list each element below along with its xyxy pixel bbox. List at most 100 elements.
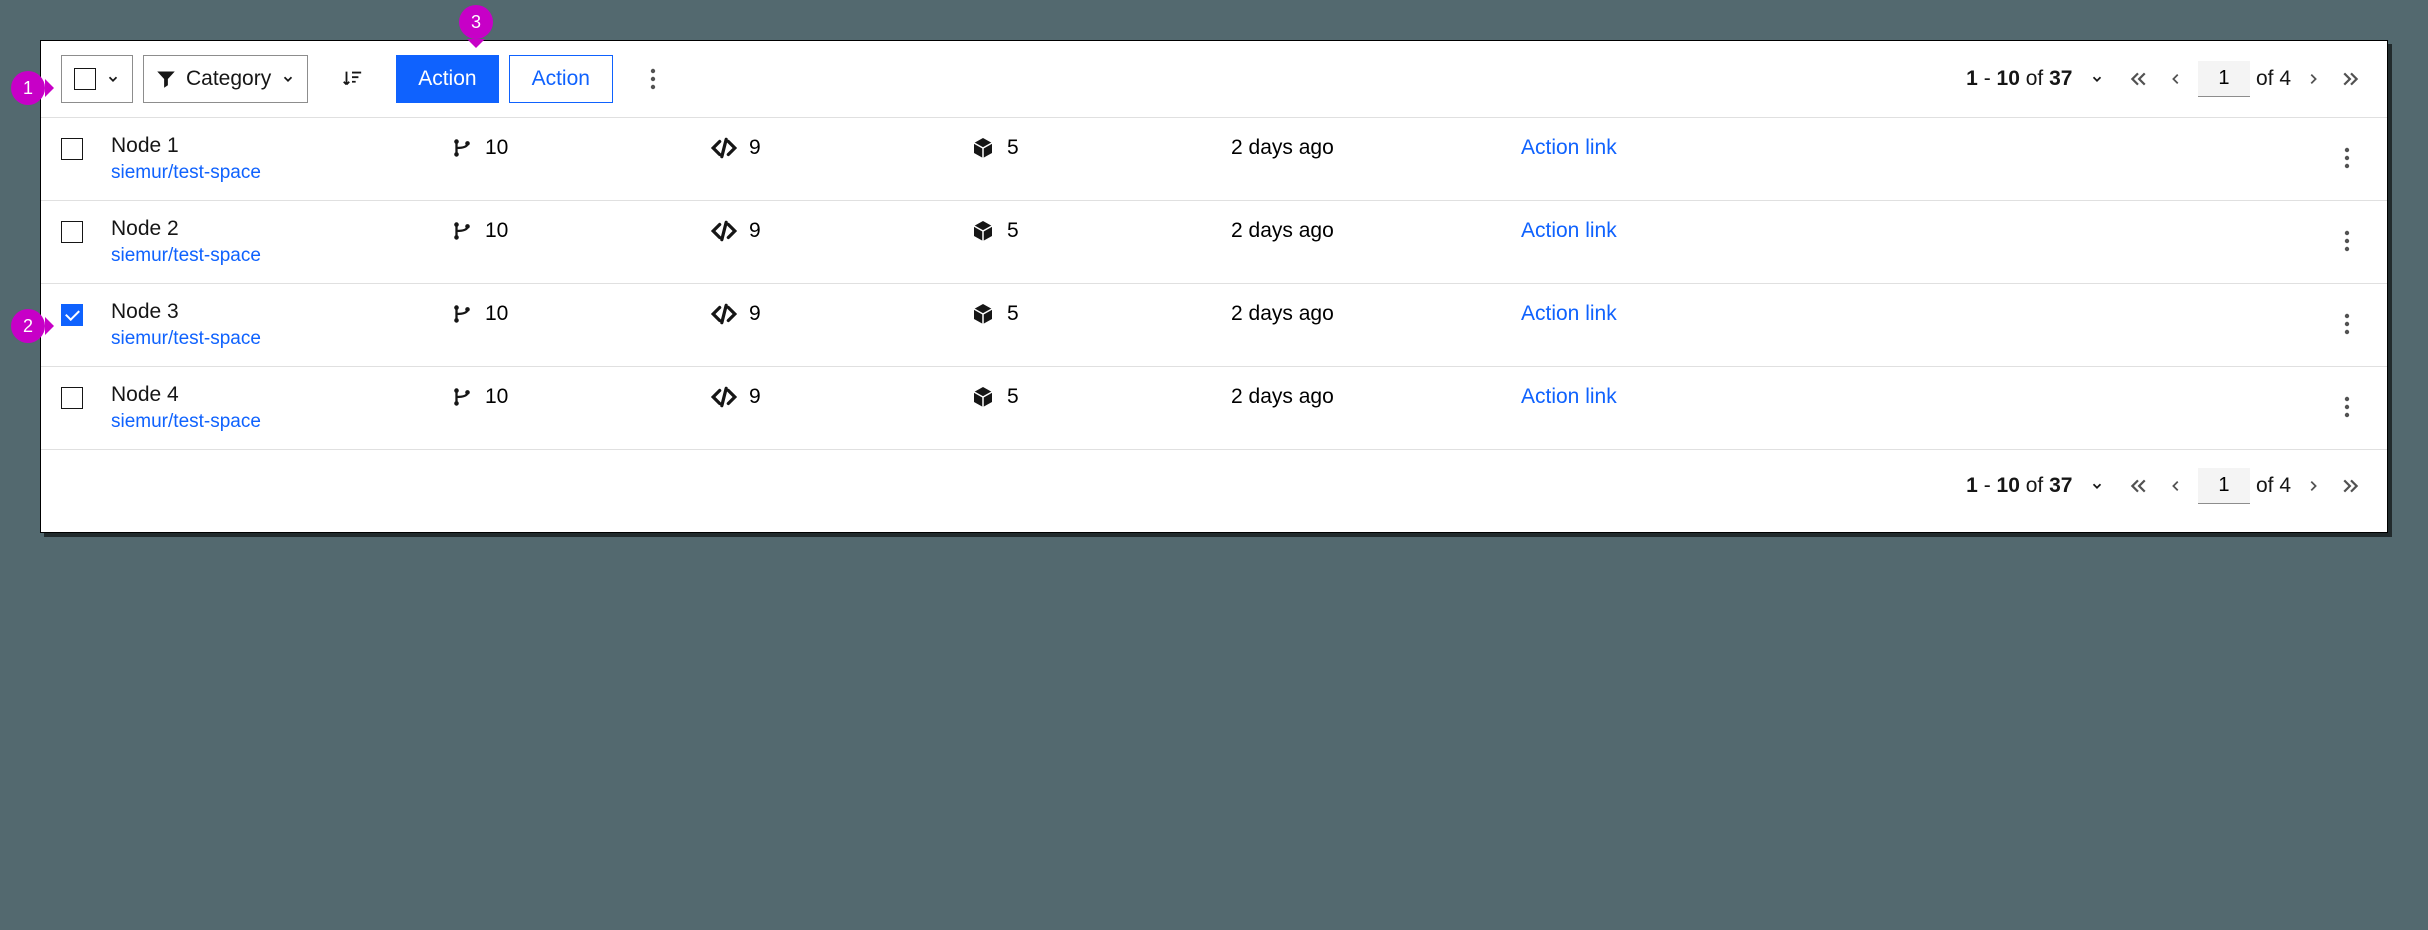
row-action-link[interactable]: Action link xyxy=(1521,217,1751,243)
table-row: Node 4 siemur/test-space 10 9 5 2 days ago Act… xyxy=(41,367,2387,450)
kebab-icon xyxy=(2344,147,2350,169)
package-count: 5 xyxy=(1007,219,1019,243)
branch-icon xyxy=(451,303,473,325)
action-secondary-button[interactable]: Action xyxy=(509,55,613,103)
page-total-label: of 4 xyxy=(2256,474,2291,498)
row-action-link[interactable]: Action link xyxy=(1521,300,1751,326)
chevron-right-icon xyxy=(2306,479,2320,493)
overflow-menu-button[interactable] xyxy=(633,55,673,103)
table-body: Node 1 siemur/test-space 10 9 5 2 days ago Act… xyxy=(41,117,2387,450)
annotation-1: 1 xyxy=(11,71,45,105)
chevron-double-right-icon xyxy=(2342,70,2360,88)
branch-count: 10 xyxy=(485,219,508,243)
table-row: Node 2siemur/test-space10952 days agoAct… xyxy=(41,201,2387,284)
pagination-range[interactable]: 1 - 10 of 37 xyxy=(1966,67,2104,91)
pagination-nav: of 4 xyxy=(2122,468,2367,504)
prev-page-button[interactable] xyxy=(2160,63,2192,95)
first-page-button[interactable] xyxy=(2122,470,2154,502)
row-action-link[interactable]: Action link xyxy=(1521,383,1751,409)
filter-icon xyxy=(156,69,176,89)
package-count: 5 xyxy=(1007,302,1019,326)
select-all-checkbox[interactable] xyxy=(74,68,96,90)
branch-count: 10 xyxy=(485,302,508,326)
row-overflow-menu[interactable] xyxy=(2327,383,2367,431)
row-action-link[interactable]: Action link xyxy=(1521,134,1751,160)
pagination-footer: 1 - 10 of 37 of 4 xyxy=(41,450,2387,532)
chevron-left-icon xyxy=(2169,72,2183,86)
chevron-down-icon xyxy=(281,72,295,86)
toolbar: Category Action Action 1 - 10 xyxy=(41,41,2387,117)
pagination-bottom: 1 - 10 of 37 of 4 xyxy=(1966,468,2367,504)
branch-count: 10 xyxy=(485,385,508,409)
code-icon xyxy=(711,137,737,159)
annotation-3: 3 xyxy=(459,5,493,39)
code-count: 9 xyxy=(749,136,761,160)
row-overflow-menu[interactable] xyxy=(2327,134,2367,182)
kebab-icon xyxy=(2344,230,2350,252)
last-page-button[interactable] xyxy=(2335,63,2367,95)
category-label: Category xyxy=(186,67,271,91)
row-timestamp: 2 days ago xyxy=(1231,383,1511,409)
row-title: Node 2 xyxy=(111,217,441,241)
code-count: 9 xyxy=(749,219,761,243)
chevron-down-icon xyxy=(2090,72,2104,86)
row-subtitle-link[interactable]: siemur/test-space xyxy=(111,162,441,184)
chevron-double-right-icon xyxy=(2342,477,2360,495)
toolbar-left: Category Action Action xyxy=(61,55,673,103)
package-count: 5 xyxy=(1007,136,1019,160)
pagination-nav: of 4 xyxy=(2122,61,2367,97)
table-row: Node 1 siemur/test-space 10 9 5 2 days ago Act… xyxy=(41,118,2387,201)
table-row: Node 3 siemur/test-space 10 9 5 2 days ago Act… xyxy=(41,284,2387,367)
code-icon xyxy=(711,303,737,325)
package-count: 5 xyxy=(1007,385,1019,409)
pagination-range[interactable]: 1 - 10 of 37 xyxy=(1966,474,2104,498)
row-timestamp: 2 days ago xyxy=(1231,300,1511,326)
annotation-2: 2 xyxy=(11,309,45,343)
row-title: Node 1 xyxy=(111,134,441,158)
row-timestamp: 2 days ago xyxy=(1231,134,1511,160)
next-page-button[interactable] xyxy=(2297,470,2329,502)
code-icon xyxy=(711,220,737,242)
page-total-label: of 4 xyxy=(2256,67,2291,91)
package-icon xyxy=(971,302,995,326)
data-table-panel: 1 2 3 Category Action Action xyxy=(40,40,2388,533)
category-filter[interactable]: Category xyxy=(143,55,308,103)
row-subtitle-link[interactable]: siemur/test-space xyxy=(111,411,441,433)
branch-icon xyxy=(451,220,473,242)
kebab-icon xyxy=(650,68,656,90)
chevron-double-left-icon xyxy=(2129,70,2147,88)
first-page-button[interactable] xyxy=(2122,63,2154,95)
row-title: Node 4 xyxy=(111,383,441,407)
page-number-input[interactable] xyxy=(2198,468,2250,504)
next-page-button[interactable] xyxy=(2297,63,2329,95)
chevron-left-icon xyxy=(2169,479,2183,493)
row-checkbox[interactable] xyxy=(61,138,83,160)
row-subtitle-link[interactable]: siemur/test-space xyxy=(111,328,441,350)
sort-icon xyxy=(341,68,363,90)
package-icon xyxy=(971,385,995,409)
action-primary-button[interactable]: Action xyxy=(396,55,498,103)
select-all-dropdown[interactable] xyxy=(61,55,133,103)
page-number-input[interactable] xyxy=(2198,61,2250,97)
last-page-button[interactable] xyxy=(2335,470,2367,502)
row-checkbox[interactable] xyxy=(61,221,83,243)
code-count: 9 xyxy=(749,385,761,409)
row-overflow-menu[interactable] xyxy=(2327,217,2367,265)
sort-button[interactable] xyxy=(332,55,372,103)
package-icon xyxy=(971,136,995,160)
branch-icon xyxy=(451,137,473,159)
chevron-down-icon xyxy=(2090,479,2104,493)
package-icon xyxy=(971,219,995,243)
branch-icon xyxy=(451,386,473,408)
branch-count: 10 xyxy=(485,136,508,160)
prev-page-button[interactable] xyxy=(2160,470,2192,502)
row-overflow-menu[interactable] xyxy=(2327,300,2367,348)
code-count: 9 xyxy=(749,302,761,326)
row-subtitle-link[interactable]: siemur/test-space xyxy=(111,245,441,267)
kebab-icon xyxy=(2344,396,2350,418)
row-title: Node 3 xyxy=(111,300,441,324)
row-checkbox[interactable] xyxy=(61,304,83,326)
row-checkbox[interactable] xyxy=(61,387,83,409)
chevron-right-icon xyxy=(2306,72,2320,86)
code-icon xyxy=(711,386,737,408)
